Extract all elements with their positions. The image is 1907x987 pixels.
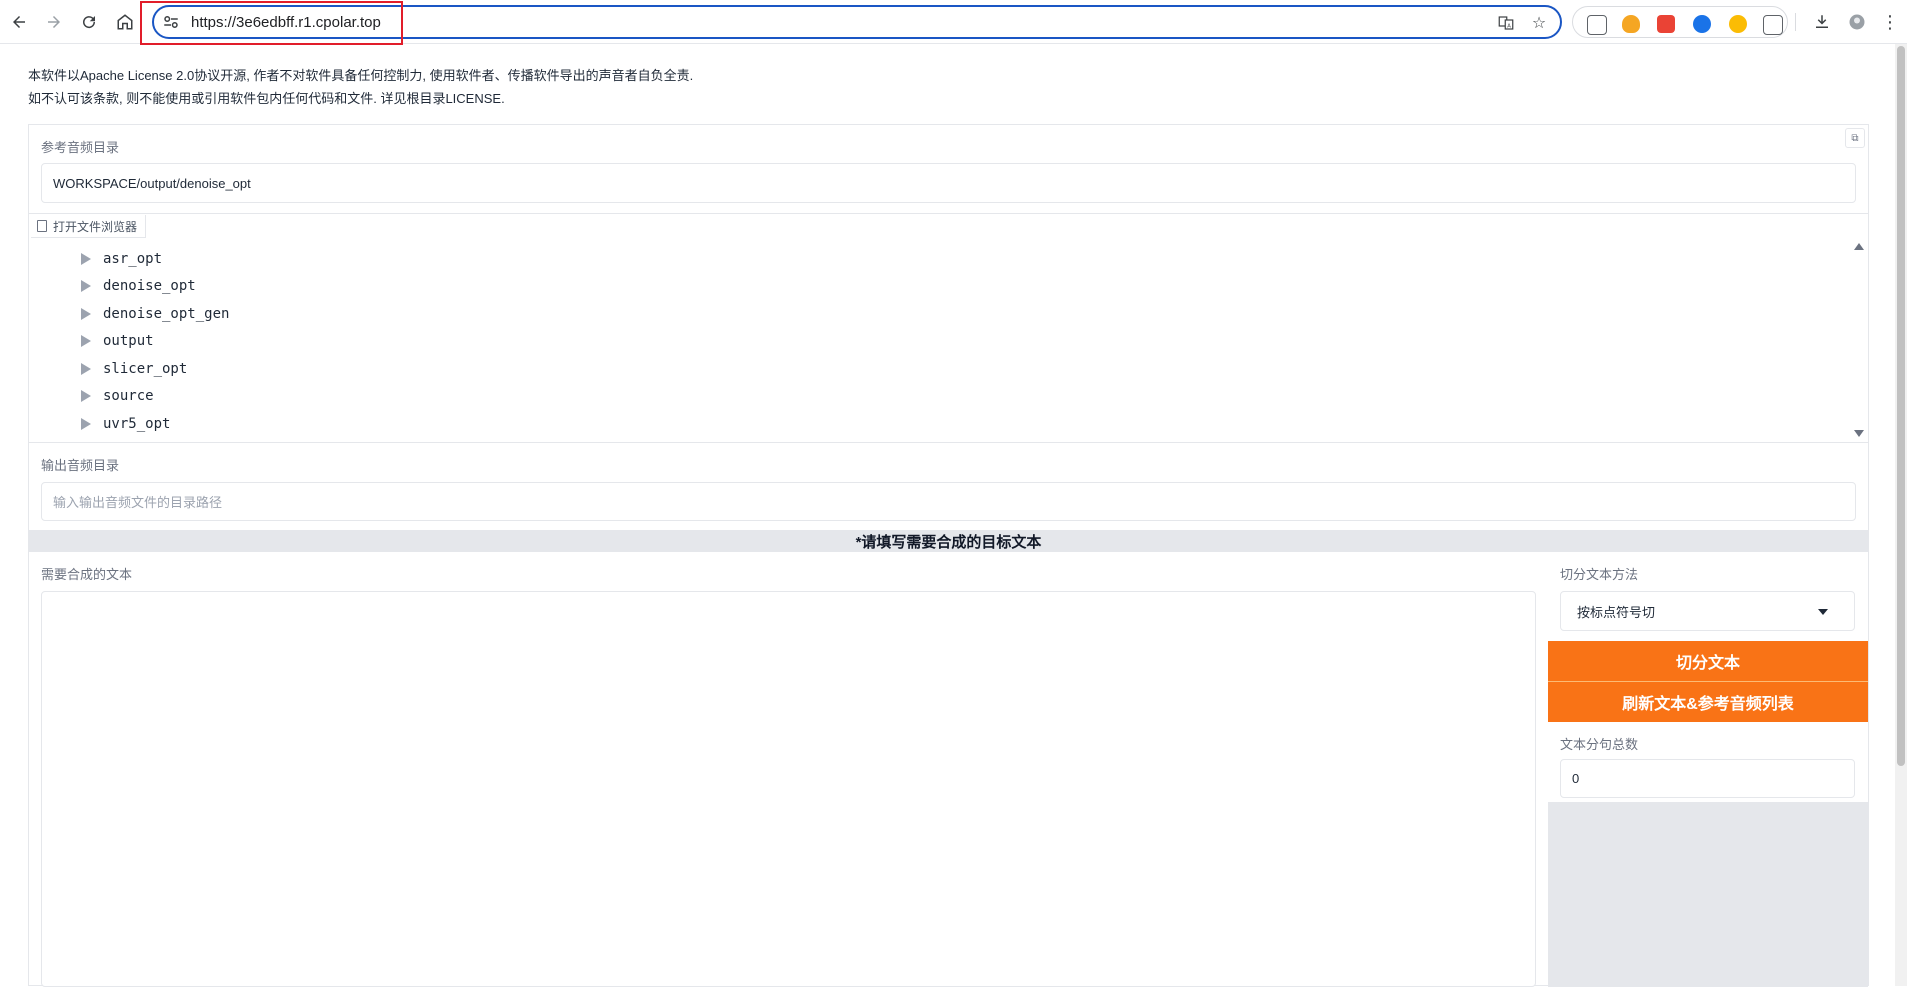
expand-arrow-icon[interactable] <box>81 307 91 320</box>
forward-button[interactable] <box>41 9 67 35</box>
output-audio-label: 输出音频目录 <box>41 458 120 473</box>
avatar-icon[interactable] <box>1844 9 1870 35</box>
extensions-group <box>1572 6 1788 38</box>
folder-name: slicer_opt <box>103 360 188 377</box>
folder-name: denoise_opt <box>103 278 196 295</box>
sentence-count-input[interactable]: 0 <box>1560 759 1855 798</box>
sentence-count-label: 文本分句总数 <box>1560 737 1639 752</box>
split-method-value: 按标点符号切 <box>1577 604 1656 620</box>
expand-arrow-icon[interactable] <box>81 335 91 348</box>
tree-scroll-down-icon[interactable] <box>1854 430 1864 437</box>
browser-toolbar: https://3e6edbff.r1.cpolar.top A ☆ ⋮ <box>0 0 1907 45</box>
blocked-extension-icon[interactable] <box>1729 15 1747 33</box>
expand-arrow-icon[interactable] <box>81 417 91 430</box>
synth-text-area[interactable] <box>41 591 1536 987</box>
split-method-label: 切分文本方法 <box>1560 567 1639 582</box>
ref-audio-input[interactable]: WORKSPACE/output/denoise_opt <box>41 163 1856 203</box>
kebab-menu-icon[interactable]: ⋮ <box>1877 9 1903 35</box>
code-extension-icon[interactable] <box>1657 15 1675 33</box>
expand-arrow-icon[interactable] <box>81 362 91 375</box>
translate-icon[interactable]: A <box>1496 13 1516 33</box>
split-method-dropdown[interactable]: 按标点符号切 <box>1560 591 1855 631</box>
file-icon <box>37 220 47 232</box>
split-text-button[interactable]: 切分文本 <box>1548 641 1868 681</box>
star-icon[interactable]: ☆ <box>1529 13 1549 33</box>
url-text[interactable]: https://3e6edbff.r1.cpolar.top <box>191 14 381 31</box>
svg-text:A: A <box>1507 24 1511 30</box>
folder-tree: asr_opt denoise_opt denoise_opt_gen outp… <box>81 245 229 438</box>
refresh-list-button[interactable]: 刷新文本&参考音频列表 <box>1548 682 1868 722</box>
tree-item[interactable]: uvr5_opt <box>81 410 229 438</box>
download-icon[interactable] <box>1809 9 1835 35</box>
toolbar-separator <box>1795 13 1796 31</box>
split-controls-column: 切分文本方法 按标点符号切 切分文本 刷新文本&参考音频列表 文本分句总数 0 <box>1548 552 1868 987</box>
reload-button[interactable] <box>76 9 102 35</box>
download-helper-extension-icon[interactable] <box>1693 15 1711 33</box>
output-audio-input[interactable]: 输入输出音频文件的目录路径 <box>41 482 1856 521</box>
license-line-1: 本软件以Apache License 2.0协议开源, 作者不对软件具备任何控制… <box>28 68 694 83</box>
license-notice: 本软件以Apache License 2.0协议开源, 作者不对软件具备任何控制… <box>28 64 693 110</box>
expand-arrow-icon[interactable] <box>81 390 91 403</box>
tree-item[interactable]: asr_opt <box>81 245 229 273</box>
tree-item[interactable]: source <box>81 383 229 411</box>
tree-item[interactable]: denoise_opt <box>81 273 229 301</box>
tune-icon[interactable] <box>162 13 180 31</box>
tree-item[interactable]: denoise_opt_gen <box>81 300 229 328</box>
sentence-count-card: 文本分句总数 0 <box>1548 722 1868 802</box>
folder-name: source <box>103 388 154 405</box>
synth-text-label: 需要合成的文本 <box>41 567 133 582</box>
divider <box>29 442 1868 443</box>
home-icon <box>117 14 133 30</box>
address-bar[interactable]: https://3e6edbff.r1.cpolar.top A ☆ <box>152 5 1562 39</box>
folder-name: denoise_opt_gen <box>103 305 230 322</box>
expand-arrow-icon[interactable] <box>81 280 91 293</box>
page-scrollbar-thumb[interactable] <box>1897 46 1905 766</box>
tree-item[interactable]: slicer_opt <box>81 355 229 383</box>
arrow-right-icon <box>48 16 60 28</box>
folder-name: asr_opt <box>103 250 163 267</box>
file-browser-tab[interactable]: 打开文件浏览器 <box>31 215 147 238</box>
ref-audio-label: 参考音频目录 <box>41 140 120 155</box>
back-button[interactable] <box>6 9 32 35</box>
folder-name: output <box>103 333 154 350</box>
folder-name: uvr5_opt <box>103 415 171 432</box>
file-browser-tab-label: 打开文件浏览器 <box>53 219 138 234</box>
chevron-down-icon <box>1818 609 1828 615</box>
expand-arrow-icon[interactable] <box>81 252 91 265</box>
license-line-2: 如不认可该条款, 则不能使用或引用软件包内任何代码和文件. 详见根目录LICEN… <box>28 91 505 106</box>
split-method-card: 切分文本方法 按标点符号切 <box>1548 552 1868 641</box>
main-panel: ⧉ 参考音频目录 WORKSPACE/output/denoise_opt 打开… <box>28 124 1869 987</box>
shield-extension-icon[interactable] <box>1622 15 1640 33</box>
home-button[interactable] <box>112 9 138 35</box>
tree-scroll-up-icon[interactable] <box>1854 243 1864 250</box>
divider <box>29 213 1868 214</box>
puzzle-icon[interactable] <box>1763 15 1783 35</box>
reading-list-extension-icon[interactable] <box>1587 15 1607 35</box>
target-text-section-header: *请填写需要合成的目标文本 <box>29 530 1868 552</box>
reload-icon <box>83 16 96 29</box>
copy-icon[interactable]: ⧉ <box>1845 128 1865 148</box>
tree-item[interactable]: output <box>81 328 229 356</box>
arrow-left-icon <box>13 16 25 28</box>
